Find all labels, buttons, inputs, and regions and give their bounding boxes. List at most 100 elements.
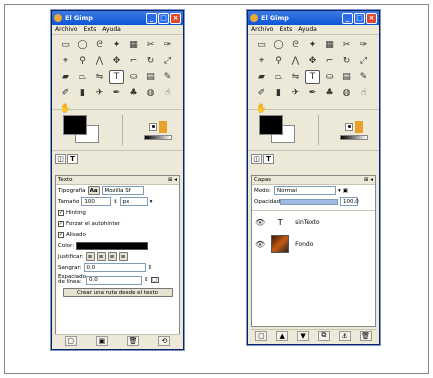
color-picker-icon[interactable]: ⌖ bbox=[58, 54, 73, 68]
reset-options-icon[interactable]: ⟲ bbox=[158, 335, 171, 346]
shear-icon[interactable]: ▰ bbox=[58, 70, 73, 84]
raise-layer-icon[interactable]: ▲ bbox=[276, 330, 289, 341]
rotate-icon[interactable]: ↻ bbox=[143, 54, 158, 68]
mode-select[interactable]: Normal bbox=[274, 186, 336, 195]
font-field[interactable]: Mozilla Sf bbox=[101, 186, 144, 195]
indent-spin-icon[interactable]: ⇕ bbox=[148, 265, 153, 271]
move-icon[interactable]: ✥ bbox=[305, 54, 320, 68]
autohinter-checkbox[interactable]: ✓ bbox=[58, 220, 64, 227]
menu-ayuda[interactable]: Ayuda bbox=[298, 26, 317, 33]
maximize-icon[interactable]: □ bbox=[158, 12, 169, 24]
text-tool-icon[interactable]: T bbox=[109, 70, 124, 84]
lower-layer-icon[interactable]: ▼ bbox=[297, 330, 310, 341]
create-path-button[interactable]: Crear una ruta desde el texto bbox=[62, 288, 173, 297]
justify-left-icon[interactable]: ≡ bbox=[85, 252, 95, 261]
eraser-icon[interactable]: ▮ bbox=[75, 86, 90, 100]
menu-exts[interactable]: Exts bbox=[279, 26, 292, 33]
color-select-icon[interactable]: ▦ bbox=[126, 38, 141, 52]
duplicate-layer-icon[interactable]: ⧉ bbox=[317, 330, 330, 341]
text-tab-icon[interactable]: T bbox=[67, 154, 78, 164]
new-layer-icon[interactable]: ▢ bbox=[255, 330, 268, 341]
font-preview-icon[interactable]: Aa bbox=[87, 186, 100, 195]
layer-row[interactable]: 👁 T sinTexto bbox=[252, 211, 375, 233]
fuzzy-select-icon[interactable]: ✦ bbox=[109, 38, 124, 52]
clone-icon[interactable]: ♣ bbox=[126, 86, 141, 100]
justify-center-icon[interactable]: ≡ bbox=[107, 252, 117, 261]
paths-icon[interactable]: ✑ bbox=[356, 38, 371, 52]
smudge-icon[interactable]: ☝ bbox=[160, 86, 175, 100]
scale-icon[interactable]: ⤢ bbox=[160, 54, 175, 68]
pencil-icon[interactable]: ✎ bbox=[356, 70, 371, 84]
measure-icon[interactable]: ⋀ bbox=[288, 54, 303, 68]
ink-icon[interactable]: ✒ bbox=[305, 86, 320, 100]
save-options-icon[interactable]: ▢ bbox=[64, 335, 77, 346]
airbrush-icon[interactable]: ✈ bbox=[92, 86, 107, 100]
panel-menu-icon[interactable]: ⊞ ◂ bbox=[168, 177, 177, 183]
anchor-layer-icon[interactable]: ⚓ bbox=[338, 330, 351, 341]
indent-field[interactable]: 0.0 bbox=[83, 263, 146, 272]
chevron-down-icon[interactable]: ▾ bbox=[338, 188, 341, 194]
pencil-icon[interactable]: ✎ bbox=[160, 70, 175, 84]
tool-options-tab-icon[interactable]: ◫ bbox=[251, 154, 262, 164]
scissors-icon[interactable]: ✂ bbox=[143, 38, 158, 52]
size-field[interactable]: 100 bbox=[81, 197, 112, 206]
pattern-swatch[interactable] bbox=[355, 120, 364, 133]
spacing-field[interactable]: 0.0 bbox=[86, 275, 142, 285]
crop-icon[interactable]: ⌐ bbox=[126, 54, 141, 68]
foreground-color-swatch[interactable] bbox=[258, 115, 283, 135]
ellipse-select-icon[interactable]: ◯ bbox=[75, 38, 90, 52]
minimize-icon[interactable]: _ bbox=[342, 12, 353, 24]
paintbrush-icon[interactable]: ✐ bbox=[58, 86, 73, 100]
eye-icon[interactable]: 👁 bbox=[255, 218, 265, 227]
spacing-lock-icon[interactable]: □ bbox=[150, 277, 159, 283]
dodge-icon[interactable]: ✋ bbox=[58, 102, 73, 116]
dodge-icon[interactable]: ✋ bbox=[254, 102, 269, 116]
title-bar[interactable]: El Gimp _ □ × bbox=[248, 11, 379, 25]
fg-bg-colors[interactable] bbox=[62, 115, 101, 145]
close-icon[interactable]: × bbox=[366, 12, 377, 24]
layer-row[interactable]: 👁 Fondo bbox=[252, 233, 375, 255]
tool-options-tab-icon[interactable]: ◫ bbox=[55, 154, 66, 164]
minimize-icon[interactable]: _ bbox=[146, 12, 157, 24]
fuzzy-select-icon[interactable]: ✦ bbox=[305, 38, 320, 52]
move-icon[interactable]: ✥ bbox=[109, 54, 124, 68]
blur-icon[interactable]: ◍ bbox=[339, 86, 354, 100]
maximize-icon[interactable]: □ bbox=[354, 12, 365, 24]
hinting-checkbox[interactable]: ✓ bbox=[58, 209, 64, 216]
brush-icon[interactable] bbox=[345, 122, 354, 131]
zoom-icon[interactable]: ⚲ bbox=[271, 54, 286, 68]
clone-icon[interactable]: ♣ bbox=[322, 86, 337, 100]
scissors-icon[interactable]: ✂ bbox=[339, 38, 354, 52]
delete-layer-icon[interactable]: 🗑 bbox=[359, 330, 372, 341]
eraser-icon[interactable]: ▮ bbox=[271, 86, 286, 100]
rect-select-icon[interactable]: ▭ bbox=[254, 38, 269, 52]
text-tab-icon[interactable]: T bbox=[263, 154, 274, 164]
shear-icon[interactable]: ▰ bbox=[254, 70, 269, 84]
measure-icon[interactable]: ⋀ bbox=[92, 54, 107, 68]
flip-icon[interactable]: ⇋ bbox=[92, 70, 107, 84]
free-select-icon[interactable]: ᘓ bbox=[92, 38, 107, 52]
scale-icon[interactable]: ⤢ bbox=[356, 54, 371, 68]
color-select-icon[interactable]: ▦ bbox=[322, 38, 337, 52]
spacing-spin-icon[interactable]: ⇕ bbox=[144, 277, 149, 283]
gradient-swatch[interactable] bbox=[340, 134, 369, 140]
blend-icon[interactable]: ▤ bbox=[143, 70, 158, 84]
paths-icon[interactable]: ✑ bbox=[160, 38, 175, 52]
smudge-icon[interactable]: ☝ bbox=[356, 86, 371, 100]
text-color-button[interactable] bbox=[76, 241, 149, 250]
paintbrush-icon[interactable]: ✐ bbox=[254, 86, 269, 100]
close-icon[interactable]: × bbox=[170, 12, 181, 24]
menu-archivo[interactable]: Archivo bbox=[55, 26, 77, 33]
eye-icon[interactable]: 👁 bbox=[255, 240, 265, 249]
rect-select-icon[interactable]: ▭ bbox=[58, 38, 73, 52]
bucket-fill-icon[interactable]: ⛀ bbox=[322, 70, 337, 84]
blur-icon[interactable]: ◍ bbox=[143, 86, 158, 100]
menu-exts[interactable]: Exts bbox=[83, 26, 96, 33]
color-picker-icon[interactable]: ⌖ bbox=[254, 54, 269, 68]
chevron-down-icon[interactable]: ▾ bbox=[150, 199, 153, 205]
rotate-icon[interactable]: ↻ bbox=[339, 54, 354, 68]
opacity-field[interactable]: 100,0 bbox=[340, 197, 359, 206]
menu-ayuda[interactable]: Ayuda bbox=[102, 26, 121, 33]
panel-menu-icon[interactable]: ⊞ ◂ bbox=[364, 177, 373, 183]
text-tool-icon[interactable]: T bbox=[305, 70, 320, 84]
